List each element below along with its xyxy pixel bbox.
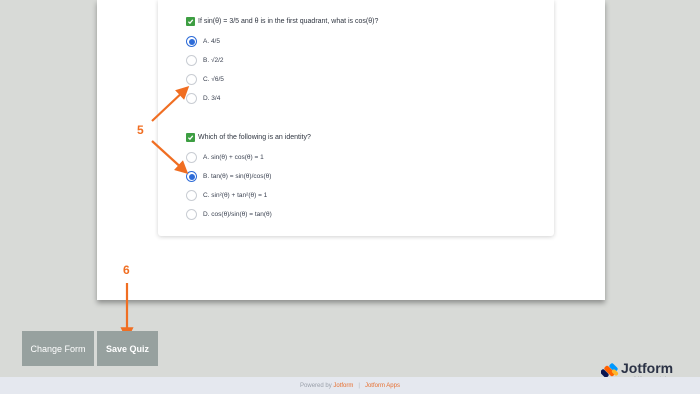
jotform-link[interactable]: Jotform [333,383,353,389]
save-quiz-button[interactable]: Save Quiz [97,331,158,366]
footer: Powered by Jotform | Jotform Apps [0,377,700,394]
question-2-option-b[interactable]: B. tan(θ) = sin(θ)/cos(θ) [186,171,271,182]
question-1-title: If sin(θ) = 3/5 and θ is in the first qu… [186,15,546,27]
option-label: D. cos(θ)/sin(θ) = tan(θ) [203,211,272,218]
option-label: D. 3/4 [203,95,221,102]
radio-button[interactable] [186,93,197,104]
question-card: If sin(θ) = 3/5 and θ is in the first qu… [158,0,554,236]
option-label: B. tan(θ) = sin(θ)/cos(θ) [203,173,272,180]
brand-name: Jotform [621,360,674,376]
question-2-option-d[interactable]: D. cos(θ)/sin(θ) = tan(θ) [186,209,272,220]
option-label: B. √2/2 [203,57,224,64]
option-label: A. sin(θ) + cos(θ) = 1 [203,154,264,161]
radio-button[interactable] [186,190,197,201]
question-1-option-d[interactable]: D. 3/4 [186,93,220,104]
question-1-option-b[interactable]: B. √2/2 [186,55,224,66]
radio-button-selected[interactable] [186,171,197,182]
question-2-title: Which of the following is an identity? [186,131,546,143]
powered-by-text: Powered by [300,382,332,389]
radio-button[interactable] [186,74,197,85]
option-label: C. sin²(θ) + tan²(θ) = 1 [203,192,268,199]
question-2-option-a[interactable]: A. sin(θ) + cos(θ) = 1 [186,152,264,163]
footer-separator: | [358,382,360,389]
question-2: Which of the following is an identity? A… [186,131,546,220]
radio-button[interactable] [186,152,197,163]
question-2-text: Which of the following is an identity? [198,133,311,141]
question-1-text: If sin(θ) = 3/5 and θ is in the first qu… [198,17,379,25]
radio-button[interactable] [186,209,197,220]
question-1-option-c[interactable]: C. √6/5 [186,74,224,85]
checkmark-icon [186,132,195,142]
radio-button[interactable] [186,55,197,66]
form-sheet: If sin(θ) = 3/5 and θ is in the first qu… [97,0,605,300]
option-label: C. √6/5 [203,76,224,83]
jotform-apps-link[interactable]: Jotform Apps [365,383,400,389]
option-label: A. 4/5 [203,38,220,45]
change-form-button[interactable]: Change Form [22,331,94,366]
question-1-option-a[interactable]: A. 4/5 [186,36,220,47]
question-1: If sin(θ) = 3/5 and θ is in the first qu… [186,15,546,104]
question-2-option-c[interactable]: C. sin²(θ) + tan²(θ) = 1 [186,190,267,201]
checkmark-icon [186,16,195,26]
step-6-label: 6 [123,263,130,277]
radio-button-selected[interactable] [186,36,197,47]
step-5-label: 5 [137,123,144,137]
